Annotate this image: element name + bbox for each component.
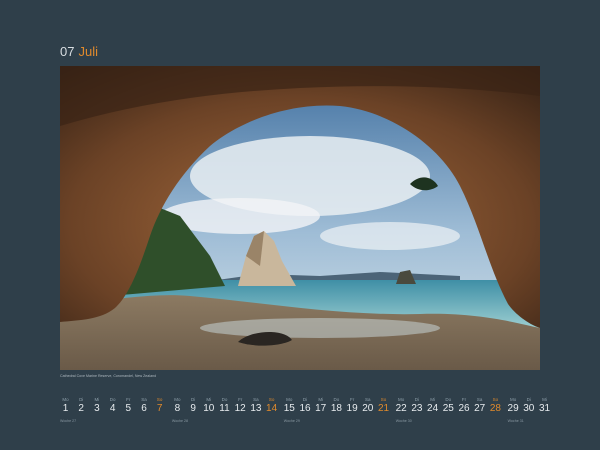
calendar-day: Sa 20 bbox=[360, 397, 375, 415]
month-header: 07 Juli bbox=[60, 44, 98, 59]
day-number: 21 bbox=[377, 403, 390, 414]
calendar-day: Do 4 bbox=[105, 397, 120, 415]
day-number: 16 bbox=[299, 403, 311, 414]
day-number: 25 bbox=[442, 403, 454, 414]
day-number: 4 bbox=[109, 403, 116, 414]
calendar-day: Mi 17 bbox=[313, 397, 328, 415]
day-number: 31 bbox=[538, 403, 551, 414]
week-number-label: Woche 30 bbox=[395, 419, 412, 423]
week-number-label: Woche 31 bbox=[507, 419, 524, 423]
day-number: 29 bbox=[507, 403, 519, 414]
day-number: 1 bbox=[62, 403, 69, 414]
day-number: 13 bbox=[250, 403, 262, 414]
calendar-day: Di 23 bbox=[409, 397, 424, 415]
day-number: 19 bbox=[346, 403, 358, 414]
day-number: 17 bbox=[315, 403, 327, 414]
calendar-day: So 14 bbox=[264, 397, 279, 415]
calendar-day: So 28 bbox=[488, 397, 503, 415]
calendar-day: Mo 8 bbox=[170, 397, 185, 415]
calendar-day: Fr 26 bbox=[457, 397, 472, 415]
day-number: 28 bbox=[489, 403, 501, 414]
day-number: 14 bbox=[266, 403, 278, 414]
day-number: 20 bbox=[362, 403, 374, 414]
calendar-day: Mo 1 bbox=[58, 397, 73, 415]
day-number: 5 bbox=[125, 403, 132, 414]
calendar-day: Di 16 bbox=[298, 397, 313, 415]
calendar-day: Di 9 bbox=[186, 397, 201, 415]
calendar-day: Mi 31 bbox=[537, 397, 552, 415]
day-number: 24 bbox=[427, 403, 439, 414]
calendar-day: Mo 22 bbox=[394, 397, 409, 415]
day-number: 8 bbox=[174, 403, 181, 414]
calendar-day: Di 30 bbox=[521, 397, 536, 415]
day-number: 9 bbox=[190, 403, 196, 414]
week-number-label: Woche 28 bbox=[171, 419, 189, 423]
day-number: 7 bbox=[156, 403, 163, 414]
calendar-day: Sa 27 bbox=[472, 397, 487, 415]
month-number: 07 bbox=[60, 44, 75, 59]
day-number: 27 bbox=[474, 403, 486, 414]
calendar-day: Mi 24 bbox=[425, 397, 440, 415]
month-name: Juli bbox=[78, 44, 98, 59]
day-number: 2 bbox=[78, 403, 84, 414]
day-number: 3 bbox=[94, 403, 100, 414]
day-number: 22 bbox=[395, 403, 407, 414]
calendar-day: Mi 3 bbox=[89, 397, 104, 415]
day-number: 11 bbox=[219, 403, 230, 414]
calendar-day: Fr 12 bbox=[233, 397, 248, 415]
day-number: 18 bbox=[330, 403, 342, 414]
calendar-day: Do 18 bbox=[329, 397, 344, 415]
calendar-day: Mo 29 bbox=[506, 397, 521, 415]
day-number: 6 bbox=[141, 403, 147, 414]
week-number-label: Woche 27 bbox=[60, 419, 77, 423]
calendar-day: So 21 bbox=[376, 397, 391, 415]
week-number-label: Woche 29 bbox=[283, 419, 300, 423]
calendar-photo bbox=[60, 66, 540, 370]
calendar-day: So 7 bbox=[152, 397, 167, 415]
calendar-day: Mi 10 bbox=[201, 397, 216, 415]
calendar-day: Do 11 bbox=[217, 397, 232, 415]
calendar-day: Fr 19 bbox=[345, 397, 360, 415]
day-number: 15 bbox=[283, 403, 295, 414]
calendar-day: Fr 5 bbox=[121, 397, 136, 415]
calendar-day: Do 25 bbox=[441, 397, 456, 415]
day-number: 26 bbox=[458, 403, 470, 414]
day-number: 12 bbox=[234, 403, 246, 414]
calendar-day: Sa 6 bbox=[137, 397, 152, 415]
day-number: 23 bbox=[411, 403, 423, 414]
photo-caption: Cathedral Cove Marine Reserve, Coromande… bbox=[60, 374, 157, 378]
calendar-strip: Mo 1 Di 2 Mi 3 Do 4 Fr 5 Sa 6 So 7 Mo 8 Di 9 Mi 10 Do 11 Fr 12 S… bbox=[58, 397, 550, 431]
cave-arch-illustration bbox=[60, 66, 540, 370]
calendar-day: Sa 13 bbox=[248, 397, 263, 415]
calendar-day: Mo 15 bbox=[282, 397, 297, 415]
day-number: 10 bbox=[203, 403, 215, 414]
calendar-day: Di 2 bbox=[74, 397, 89, 415]
day-number: 30 bbox=[523, 403, 535, 414]
